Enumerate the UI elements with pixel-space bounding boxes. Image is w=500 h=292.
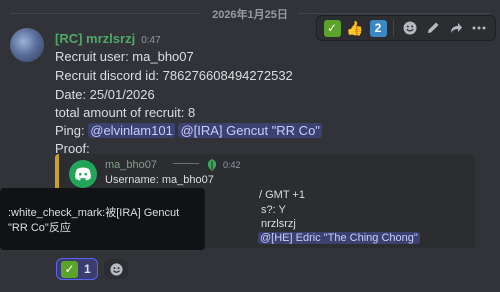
more-dots-icon: [472, 26, 486, 30]
embed-line-username: Username: ma_bho07: [105, 174, 214, 186]
check-mark-icon: ✓: [323, 19, 341, 37]
embed-line-recruiter: nrzlsrzj: [261, 218, 296, 230]
message-action-bar: ✓ 👍 2: [316, 15, 496, 41]
forward-button[interactable]: [445, 17, 467, 39]
embed-line-question: s?: Y: [261, 204, 286, 216]
quick-react-check[interactable]: ✓: [321, 17, 343, 39]
smiley-icon: [109, 262, 123, 276]
quick-react-thumbs-up[interactable]: 👍: [344, 17, 366, 39]
mention-elvinlam[interactable]: @elvinlam101: [88, 123, 175, 138]
tooltip-line-2: "RR Co"反应: [8, 222, 71, 234]
ping-line: Ping: @elvinlam101 @[IRA] Gencut "RR Co": [55, 123, 322, 138]
quick-react-two[interactable]: 2: [367, 17, 389, 39]
edit-button[interactable]: [422, 17, 444, 39]
thumbs-up-icon: 👍: [346, 19, 364, 36]
tooltip-line-1: :white_check_mark:被[IRA] Gencut: [8, 207, 180, 219]
message-username[interactable]: [RC] mrzlsrzj: [55, 31, 135, 46]
user-avatar[interactable]: [10, 28, 44, 62]
pencil-icon: [428, 22, 439, 33]
reaction-count: 1: [84, 262, 91, 276]
embed-timestamp: 0:42: [223, 160, 241, 170]
leaf-icon: [207, 159, 217, 171]
embed-line-timezone: / GMT +1: [259, 189, 305, 201]
date-line: Date: 25/01/2026: [55, 87, 155, 102]
divider-line-right: [298, 13, 490, 14]
ping-label: Ping:: [55, 123, 89, 138]
more-options-button[interactable]: [468, 17, 490, 39]
embed-mention-line: @[HE] Edric "The Ching Chong": [258, 232, 420, 244]
add-reaction-inline-button[interactable]: [104, 259, 128, 279]
message-timestamp[interactable]: 0:47: [141, 35, 160, 46]
smiley-icon: [403, 21, 417, 35]
embed-badge-line: [173, 163, 199, 164]
action-bar-separator: [393, 20, 394, 36]
message-header: [RC] mrzlsrzj 0:47: [55, 31, 161, 46]
check-mark-icon: ✓: [61, 260, 78, 278]
forward-arrow-icon: [451, 23, 462, 33]
embed-author-name[interactable]: ma_bho07: [105, 159, 157, 171]
reaction-tooltip: :white_check_mark:被[IRA] Gencut "RR Co"反…: [0, 188, 205, 250]
keycap-two-icon: 2: [369, 19, 387, 37]
discord-logo-icon: [69, 160, 97, 188]
add-reaction-button[interactable]: [399, 17, 421, 39]
mention-edric[interactable]: @[HE] Edric "The Ching Chong": [258, 232, 420, 244]
mention-gencut[interactable]: @[IRA] Gencut "RR Co": [178, 123, 322, 138]
discord-chat-view: 2026年1月25日 [RC] mrzlsrzj 0:47 Recruit us…: [0, 0, 500, 292]
reaction-check[interactable]: ✓ 1: [56, 258, 98, 280]
recruit-user-line: Recruit user: ma_bho07: [55, 49, 194, 64]
total-line: total amount of recruit: 8: [55, 105, 196, 120]
recruit-id-line: Recruit discord id: 786276608494272532: [55, 68, 293, 83]
